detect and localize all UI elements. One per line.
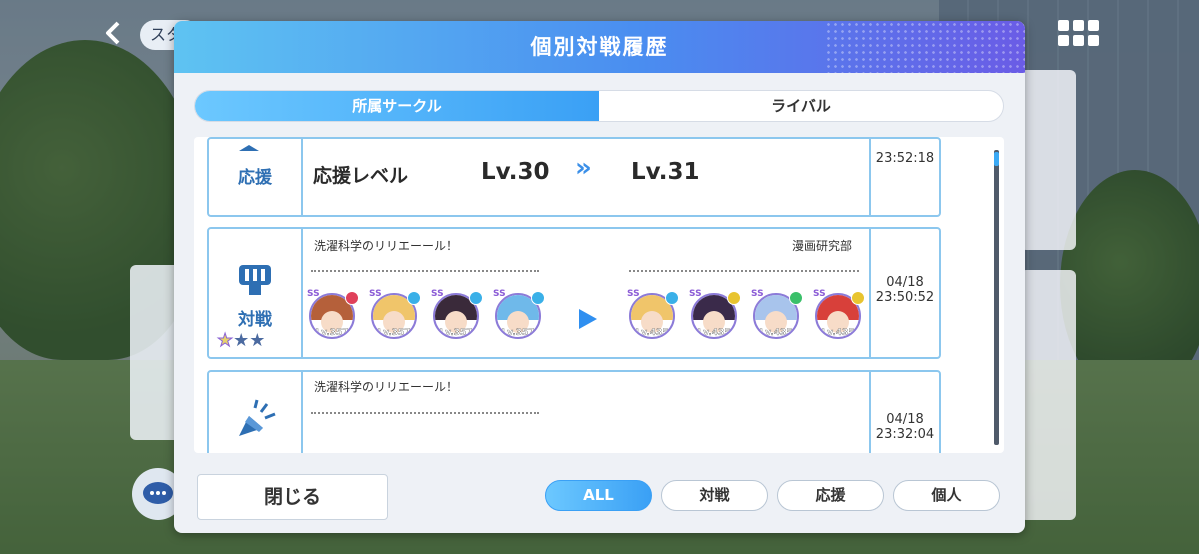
dotted-divider <box>311 412 539 414</box>
megaphone-icon <box>239 145 259 151</box>
star-rating: ★★★ <box>216 330 266 352</box>
grid-menu-icon[interactable] <box>1058 20 1104 50</box>
left-team-name: 洗濯科学のリリエーール！ <box>314 380 459 394</box>
megaphone-icon <box>239 399 276 436</box>
double-chevron-icon: » <box>575 153 592 183</box>
background-right-card <box>1020 70 1076 250</box>
filter-personal-button[interactable]: 個人 <box>893 480 1000 511</box>
rarity-badge: SS <box>307 289 320 299</box>
filter-support-button[interactable]: 応援 <box>777 480 884 511</box>
support-level-label: 応援レベル <box>313 165 409 187</box>
modal-title: 個別対戦履歴 <box>530 35 669 59</box>
element-badge-icon <box>531 291 545 305</box>
history-entry-battle[interactable]: 対戦 ★★★ 洗濯科学のリリエーール！ 漫画研究部 Lv.357 SS Lv.357… <box>207 227 941 359</box>
unit-level: Lv.435 <box>635 328 669 338</box>
dotted-divider <box>629 270 859 272</box>
entry-time: 23:32:04 <box>875 427 935 442</box>
fist-icon <box>239 265 271 295</box>
background-right-card <box>1020 270 1076 520</box>
header-dot-pattern <box>825 21 1025 73</box>
element-badge-icon <box>345 291 359 305</box>
unit-level: Lv.357 <box>377 328 411 338</box>
element-badge-icon <box>789 291 803 305</box>
element-badge-icon <box>727 291 741 305</box>
entry-time: 23:52:18 <box>875 151 935 166</box>
scrollbar-thumb[interactable] <box>994 152 999 166</box>
rarity-badge: SS <box>369 289 382 299</box>
filter-battle-button[interactable]: 対戦 <box>661 480 768 511</box>
from-level: Lv.30 <box>481 159 550 185</box>
unit-level: Lv.435 <box>821 328 855 338</box>
element-badge-icon <box>665 291 679 305</box>
entry-time-column: 04/18 23:32:04 <box>869 372 939 458</box>
history-entry-support-level: 応援 応援レベル Lv.30 » Lv.31 23:52:18 <box>207 137 941 217</box>
star-icon: ★ <box>249 330 266 351</box>
tab-switch: 所属サークル ライバル <box>194 90 1004 122</box>
entry-time: 23:50:52 <box>875 290 935 305</box>
element-badge-icon <box>407 291 421 305</box>
back-arrow-icon[interactable] <box>100 18 130 48</box>
unit-level: Lv.357 <box>501 328 535 338</box>
rarity-badge: SS <box>627 289 640 299</box>
tab-rival[interactable]: ライバル <box>599 91 1003 121</box>
unit-level: Lv.435 <box>759 328 793 338</box>
entry-time-column: 04/18 23:50:52 <box>869 229 939 357</box>
unit-level: Lv.357 <box>315 328 349 338</box>
entry-type-column: 対戦 ★★★ <box>209 229 303 357</box>
scrollbar-track[interactable] <box>994 150 999 445</box>
right-team-name: 漫画研究部 <box>792 239 853 253</box>
entry-type-label: 応援 <box>238 168 272 188</box>
tab-circle[interactable]: 所属サークル <box>195 91 599 121</box>
filter-all-button[interactable]: ALL <box>545 480 652 511</box>
unit-level: Lv.357 <box>439 328 473 338</box>
entry-date: 04/18 <box>886 275 924 290</box>
modal-header: 個別対戦履歴 <box>174 21 1025 73</box>
entry-time-column: 23:52:18 <box>869 139 939 215</box>
entry-type-label: 対戦 <box>238 310 272 330</box>
star-icon: ★ <box>216 330 234 352</box>
left-team-name: 洗濯科学のリリエーール！ <box>314 239 459 253</box>
rarity-badge: SS <box>493 289 506 299</box>
entry-type-column <box>209 372 303 458</box>
entry-date: 04/18 <box>886 412 924 427</box>
history-entry-support[interactable]: 洗濯科学のリリエーール！ 04/18 23:32:04 <box>207 370 941 460</box>
rarity-badge: SS <box>431 289 444 299</box>
rarity-badge: SS <box>689 289 702 299</box>
rarity-badge: SS <box>751 289 764 299</box>
rarity-badge: SS <box>813 289 826 299</box>
star-icon: ★ <box>233 330 250 351</box>
dotted-divider <box>311 270 539 272</box>
close-button[interactable]: 閉じる <box>197 474 388 520</box>
entry-type-column: 応援 <box>209 139 303 215</box>
battle-history-modal: 個別対戦履歴 所属サークル ライバル 応援 応援レベル Lv.30 » Lv.3… <box>174 21 1025 533</box>
unit-level: Lv.435 <box>697 328 731 338</box>
play-arrow-icon <box>579 309 597 329</box>
to-level: Lv.31 <box>631 159 700 185</box>
element-badge-icon <box>851 291 865 305</box>
element-badge-icon <box>469 291 483 305</box>
